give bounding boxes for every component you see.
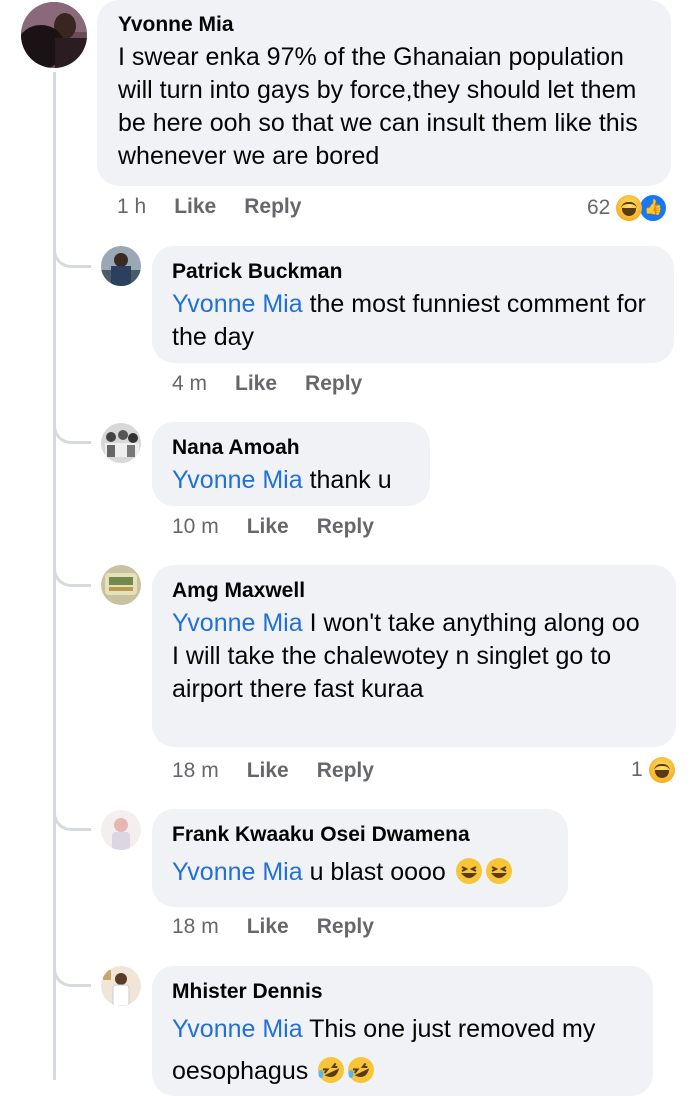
like-button[interactable]: Like	[174, 195, 216, 219]
comment-meta: 4 m Like Reply	[172, 372, 362, 396]
like-button[interactable]: Like	[247, 515, 289, 539]
comment-bubble-yvonne-mia: Yvonne Mia I swear enka 97% of the Ghana…	[97, 0, 671, 186]
comment-bubble-nana-amoah: Nana Amoah Yvonne Mia thank u	[152, 422, 430, 506]
comment-bubble-mhister-dennis: Mhister Dennis Yvonne Mia This one just …	[152, 966, 653, 1096]
comment-author[interactable]: Nana Amoah	[172, 435, 410, 461]
comment-text-line-2: I will take the chalewotey n singlet go …	[172, 642, 612, 703]
comment-author[interactable]: Patrick Buckman	[172, 259, 654, 285]
mention-link[interactable]: Yvonne Mia	[172, 609, 303, 637]
mention-link[interactable]: Yvonne Mia	[172, 466, 303, 494]
reply-button[interactable]: Reply	[317, 915, 374, 939]
comment-author[interactable]: Mhister Dennis	[172, 979, 633, 1005]
like-icon: 👍	[638, 193, 669, 223]
haha-icon	[648, 757, 675, 783]
comment-author[interactable]: Amg Maxwell	[172, 578, 656, 604]
thread-connector	[53, 238, 91, 268]
reaction-summary[interactable]: 62 👍	[587, 193, 669, 223]
comment-time[interactable]: 4 m	[172, 372, 207, 396]
grinning-squinting-face-icon	[485, 858, 512, 884]
reply-button[interactable]: Reply	[317, 515, 374, 539]
reply-button[interactable]: Reply	[317, 759, 374, 783]
mention-link[interactable]: Yvonne Mia	[172, 1015, 303, 1043]
grinning-squinting-face-icon	[455, 858, 482, 884]
comment-meta: 1 h Like Reply	[117, 195, 301, 219]
thread-connector	[53, 801, 91, 831]
thread-connector	[53, 414, 91, 444]
comment-text: Yvonne Mia thank u	[172, 466, 392, 494]
comment-text: Yvonne Mia the most funniest comment for…	[172, 290, 646, 351]
like-button[interactable]: Like	[247, 915, 289, 939]
comment-text: Yvonne Mia I won't take anything along o…	[172, 609, 640, 703]
mention-link[interactable]: Yvonne Mia	[172, 290, 303, 318]
comment-author[interactable]: Yvonne Mia	[118, 12, 651, 38]
comment-meta: 18 m Like Reply	[172, 915, 374, 939]
comment-time[interactable]: 18 m	[172, 759, 219, 783]
comment-text: I swear enka 97% of the Ghanaian populat…	[118, 43, 638, 170]
reaction-count: 62	[587, 196, 611, 219]
comment-time[interactable]: 10 m	[172, 515, 219, 539]
like-button[interactable]: Like	[247, 759, 289, 783]
avatar-mhister-dennis[interactable]	[101, 966, 141, 1006]
like-button[interactable]: Like	[235, 372, 277, 396]
comment-text: Yvonne Mia u blast oooo	[172, 856, 548, 889]
reply-button[interactable]: Reply	[244, 195, 301, 219]
thread-connector	[53, 957, 91, 987]
avatar-patrick-buckman[interactable]	[101, 246, 141, 286]
comment-author[interactable]: Frank Kwaaku Osei Dwamena	[172, 822, 548, 848]
comment-bubble-patrick-buckman: Patrick Buckman Yvonne Mia the most funn…	[152, 246, 674, 363]
comment-meta: 18 m Like Reply	[172, 759, 374, 783]
comment-time[interactable]: 1 h	[117, 195, 146, 219]
avatar-yvonne-mia[interactable]	[21, 2, 87, 68]
avatar-frank-kwaaku-osei-dwamena[interactable]	[101, 810, 141, 850]
comment-time[interactable]: 18 m	[172, 915, 219, 939]
reply-button[interactable]: Reply	[305, 372, 362, 396]
comment-text: Yvonne Mia This one just removed my oeso…	[172, 1008, 633, 1092]
avatar-nana-amoah[interactable]	[101, 423, 141, 463]
haha-icon	[616, 195, 643, 221]
avatar-amg-maxwell[interactable]	[101, 565, 141, 605]
comment-bubble-amg-maxwell: Amg Maxwell Yvonne Mia I won't take anyt…	[152, 565, 676, 747]
thread-connector	[53, 557, 91, 587]
mention-link[interactable]: Yvonne Mia	[172, 858, 303, 886]
comment-meta: 10 m Like Reply	[172, 515, 374, 539]
comment-bubble-frank-kwaaku-osei-dwamena: Frank Kwaaku Osei Dwamena Yvonne Mia u b…	[152, 809, 568, 907]
reaction-count: 1	[631, 758, 643, 781]
reaction-summary[interactable]: 1	[631, 757, 675, 783]
